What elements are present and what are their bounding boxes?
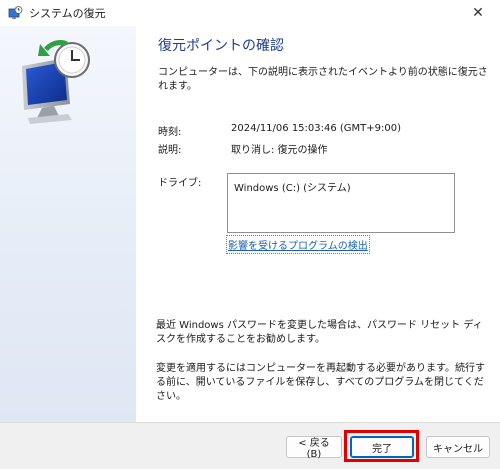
- list-item[interactable]: Windows (C:) (システム): [234, 179, 351, 194]
- side-panel: [0, 26, 136, 422]
- time-label: 時刻:: [158, 127, 182, 138]
- close-icon: ✕: [472, 5, 484, 21]
- finish-button[interactable]: 完了: [350, 436, 414, 458]
- drives-label: ドライブ:: [158, 178, 202, 189]
- cancel-button[interactable]: キャンセル: [426, 436, 490, 458]
- window-title: システムの復元: [29, 7, 106, 20]
- content-pane: 復元ポイントの確認 コンピューターは、下の説明に表示されたイベントより前の状態に…: [136, 26, 500, 422]
- password-note: 最近 Windows パスワードを変更した場合は、パスワード リセット ディスク…: [156, 320, 483, 345]
- restore-description: コンピューターは、下の説明に表示されたイベントより前の状態に復元されます。: [158, 67, 488, 92]
- title-bar: システムの復元 ✕: [0, 0, 500, 26]
- description-label: 説明:: [158, 145, 182, 156]
- time-value: 2024/11/06 15:03:46 (GMT+9:00): [231, 123, 402, 134]
- back-button[interactable]: < 戻る(B): [286, 436, 342, 460]
- system-restore-icon: [8, 6, 23, 19]
- scan-affected-programs-link[interactable]: 影響を受けるプログラムの検出: [226, 235, 370, 254]
- page-title: 復元ポイントの確認: [158, 38, 284, 54]
- restart-note: 変更を適用するにはコンピューターを再起動する必要があります。続行する前に、開いて…: [156, 363, 485, 402]
- description-value: 取り消し: 復元の操作: [231, 145, 328, 156]
- drives-list[interactable]: Windows (C:) (システム): [227, 173, 455, 233]
- monitor-restore-clock-icon: [22, 40, 90, 124]
- system-restore-window: システムの復元 ✕ 復元ポイントの確認 コンピューターは、下の説明に表示されたイ…: [0, 0, 500, 469]
- close-button[interactable]: ✕: [456, 0, 500, 26]
- button-bar: < 戻る(B) 完了 キャンセル: [0, 422, 500, 469]
